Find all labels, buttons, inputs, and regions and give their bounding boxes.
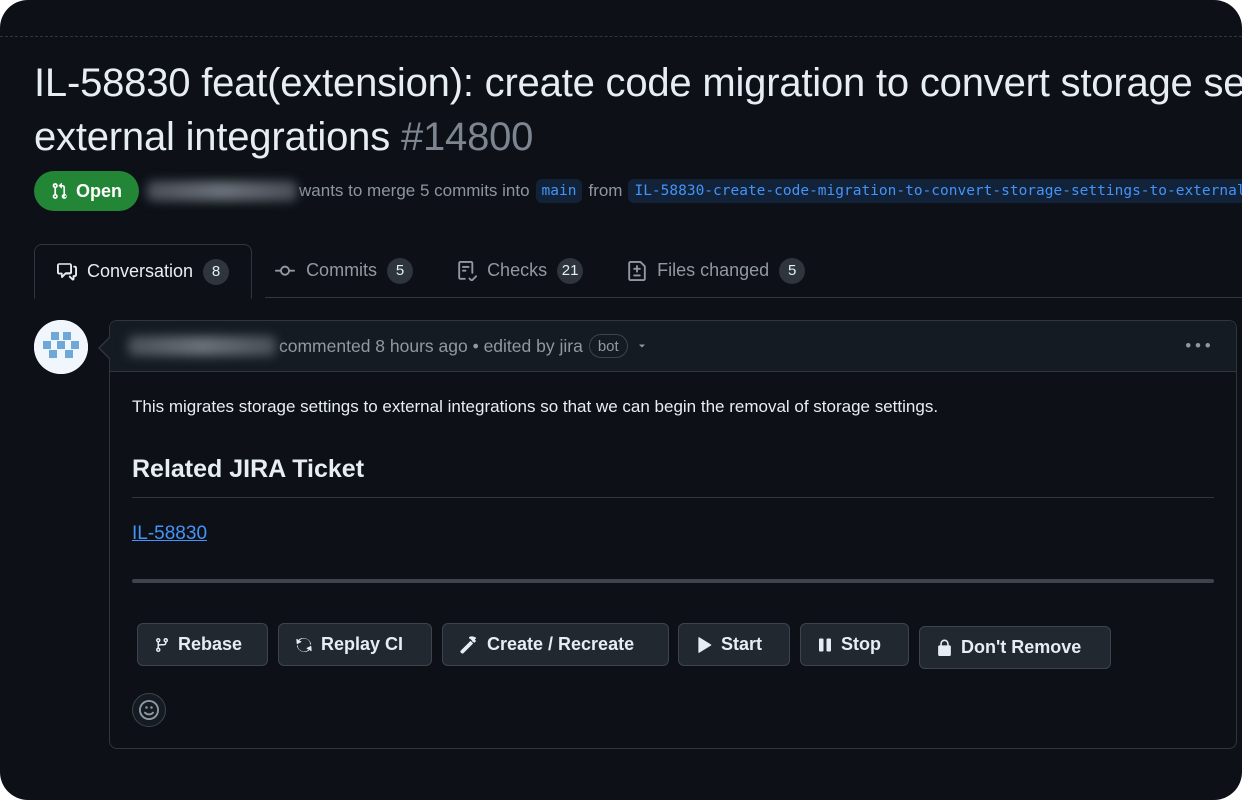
tab-label: Checks [487, 260, 548, 280]
tab-counter: 5 [387, 257, 414, 284]
status-badge-label: Open [76, 180, 123, 201]
status-badge: Open [34, 171, 140, 211]
sync-icon [296, 637, 312, 652]
button-label: Start [721, 634, 763, 654]
tab-counter: 8 [203, 258, 230, 285]
base-branch[interactable]: main [535, 179, 583, 203]
author-name-redacted[interactable] [147, 181, 298, 201]
triangle-down-icon[interactable] [636, 340, 648, 352]
pr-title-line1: IL-58830 feat(extension): create code mi… [34, 61, 1242, 105]
comment-action-text: commented 8 hours ago • edited by jira [279, 335, 583, 356]
tab-label: Files changed [657, 260, 770, 280]
comment-caret-fill [100, 338, 110, 358]
pull-request-icon [52, 182, 67, 199]
button-label: Stop [841, 634, 881, 654]
jira-ticket-link[interactable]: IL-58830 [132, 523, 207, 545]
top-divider [0, 36, 1242, 37]
horizontal-rule [132, 579, 1214, 583]
button-label: Replay CI [321, 634, 404, 654]
create-recreate-button[interactable]: Create / Recreate [442, 623, 669, 666]
comment-discussion-icon [57, 262, 77, 280]
tab-commits[interactable]: Commits 5 [252, 244, 435, 297]
pr-title: IL-58830 feat(extension): create code mi… [34, 56, 1242, 164]
add-reaction-button[interactable] [132, 693, 166, 727]
comment-header: commented 8 hours ago • edited by jira b… [110, 321, 1236, 372]
commenter-name-redacted[interactable] [128, 336, 276, 356]
identicon-icon [34, 320, 88, 374]
button-label: Create / Recreate [487, 634, 635, 654]
app-window: IL-58830 feat(extension): create code mi… [0, 0, 1242, 800]
pr-tabs: Conversation 8 Commits 5 Checks 21 Files… [34, 244, 1242, 299]
comment-heading: Related JIRA Ticket [132, 455, 365, 483]
pr-meta: Open wants to merge 5 commits into main … [34, 170, 1242, 212]
merge-text: wants to merge 5 commits into [299, 181, 530, 200]
start-button[interactable]: Start [678, 623, 790, 666]
tab-counter: 5 [779, 257, 806, 284]
bot-badge: bot [588, 334, 628, 358]
hammer-icon [460, 635, 477, 654]
kebab-menu-icon[interactable] [1186, 334, 1210, 358]
from-text: from [588, 181, 623, 200]
rebase-button[interactable]: Rebase [137, 623, 268, 666]
head-branch[interactable]: IL-58830-create-code-migration-to-conver… [628, 179, 1242, 203]
pr-number: #14800 [400, 115, 534, 159]
lock-icon [938, 639, 951, 656]
tab-files-changed[interactable]: Files changed 5 [605, 244, 827, 297]
comment-box: commented 8 hours ago • edited by jira b… [100, 320, 1237, 749]
play-icon [698, 636, 712, 653]
git-commit-icon [275, 265, 296, 276]
git-branch-icon [156, 637, 168, 652]
pause-icon [819, 638, 831, 651]
comment-body: This migrates storage settings to extern… [132, 397, 939, 416]
smiley-icon [139, 700, 159, 720]
button-label: Rebase [178, 634, 243, 654]
tab-conversation[interactable]: Conversation 8 [34, 244, 253, 299]
tab-counter: 21 [557, 257, 584, 284]
replay-ci-button[interactable]: Replay CI [278, 623, 432, 666]
heading-rule [132, 497, 1214, 498]
checklist-icon [458, 260, 478, 281]
dont-remove-button[interactable]: Don't Remove [919, 626, 1111, 669]
avatar[interactable] [34, 320, 88, 374]
file-diff-icon [628, 260, 646, 281]
button-label: Don't Remove [961, 637, 1082, 657]
pr-title-line2: external integrations #14800 [34, 110, 1242, 164]
tab-label: Commits [306, 260, 378, 280]
stop-button[interactable]: Stop [800, 623, 909, 666]
tab-checks[interactable]: Checks 21 [435, 244, 605, 297]
tab-label: Conversation [87, 261, 194, 281]
pr-title-text: external integrations [34, 115, 391, 159]
